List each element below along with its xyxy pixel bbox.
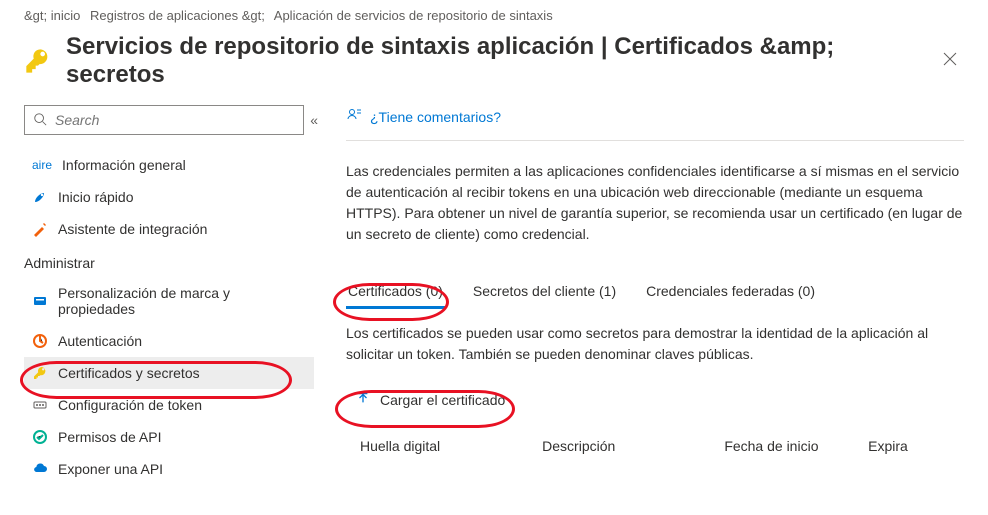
search-box[interactable] [24,105,304,135]
search-icon [33,112,47,129]
sidebar-item-authentication[interactable]: Autenticación [24,325,314,357]
sidebar: « aire Información general Inicio rápido… [24,105,314,485]
sidebar-item-label: Autenticación [58,333,142,349]
breadcrumb-app[interactable]: Aplicación de servicios de repositorio d… [274,8,553,23]
sidebar-item-token-config[interactable]: Configuración de token [24,389,314,421]
preview-badge: aire [32,157,52,173]
column-description: Descripción [542,438,724,454]
sidebar-item-integration-assistant[interactable]: Asistente de integración [24,213,314,245]
credentials-description: Las credenciales permiten a las aplicaci… [346,161,964,245]
branding-icon [32,293,48,309]
sidebar-item-label: Asistente de integración [58,221,207,237]
permissions-icon [32,429,48,445]
token-icon [32,397,48,413]
tab-certificates[interactable]: Certificados (0) [346,277,445,307]
sidebar-item-overview[interactable]: aire Información general [24,149,314,181]
breadcrumb: &gt; inicio Registros de aplicaciones &g… [0,0,988,27]
certificates-table-header: Huella digital Descripción Fecha de inic… [346,432,964,458]
close-icon[interactable] [936,51,964,72]
feedback-label: ¿Tiene comentarios? [370,109,501,125]
breadcrumb-registrations[interactable]: Registros de aplicaciones &gt; [90,8,265,23]
tabs: Certificados (0) Secretos del cliente (1… [346,277,964,309]
key-icon [24,47,52,75]
sidebar-item-branding[interactable]: Personalización de marca y propiedades [24,277,314,325]
rocket-icon [32,189,48,205]
column-thumbprint: Huella digital [360,438,542,454]
auth-icon [32,333,48,349]
sidebar-item-label: Personalización de marca y propiedades [58,285,306,317]
sidebar-item-label: Inicio rápido [58,189,134,205]
sidebar-item-label: Configuración de token [58,397,202,413]
tab-federated-credentials[interactable]: Credenciales federadas (0) [644,277,817,307]
sidebar-item-label: Permisos de API [58,429,162,445]
upload-certificate-button[interactable]: Cargar el certificado [346,385,515,414]
key-small-icon [32,365,48,381]
sidebar-item-label: Exponer una API [58,461,163,477]
main-panel: ¿Tiene comentarios? Las credenciales per… [346,105,964,485]
sidebar-item-certificates-secrets[interactable]: Certificados y secretos [24,357,314,389]
sidebar-item-api-permissions[interactable]: Permisos de API [24,421,314,453]
upload-certificate-label: Cargar el certificado [380,392,505,408]
sidebar-item-label: Certificados y secretos [58,365,200,381]
cloud-icon [32,461,48,477]
wand-icon [32,221,48,237]
breadcrumb-home[interactable]: &gt; inicio [24,8,80,23]
column-start-date: Fecha de inicio [724,438,868,454]
upload-icon [356,391,370,408]
column-expires: Expira [868,438,964,454]
sidebar-item-expose-api[interactable]: Exponer una API [24,453,314,485]
sidebar-group-manage: Administrar [24,245,314,277]
collapse-sidebar-button[interactable]: « [310,112,314,128]
page-title: Servicios de repositorio de sintaxis apl… [66,33,922,89]
sidebar-item-quickstart[interactable]: Inicio rápido [24,181,314,213]
feedback-link[interactable]: ¿Tiene comentarios? [346,105,964,140]
certificates-tab-description: Los certificados se pueden usar como sec… [346,323,964,365]
feedback-icon [346,107,362,126]
tab-client-secrets[interactable]: Secretos del cliente (1) [471,277,618,307]
divider [346,140,964,141]
search-input[interactable] [53,111,295,129]
sidebar-item-label: Información general [62,157,186,173]
